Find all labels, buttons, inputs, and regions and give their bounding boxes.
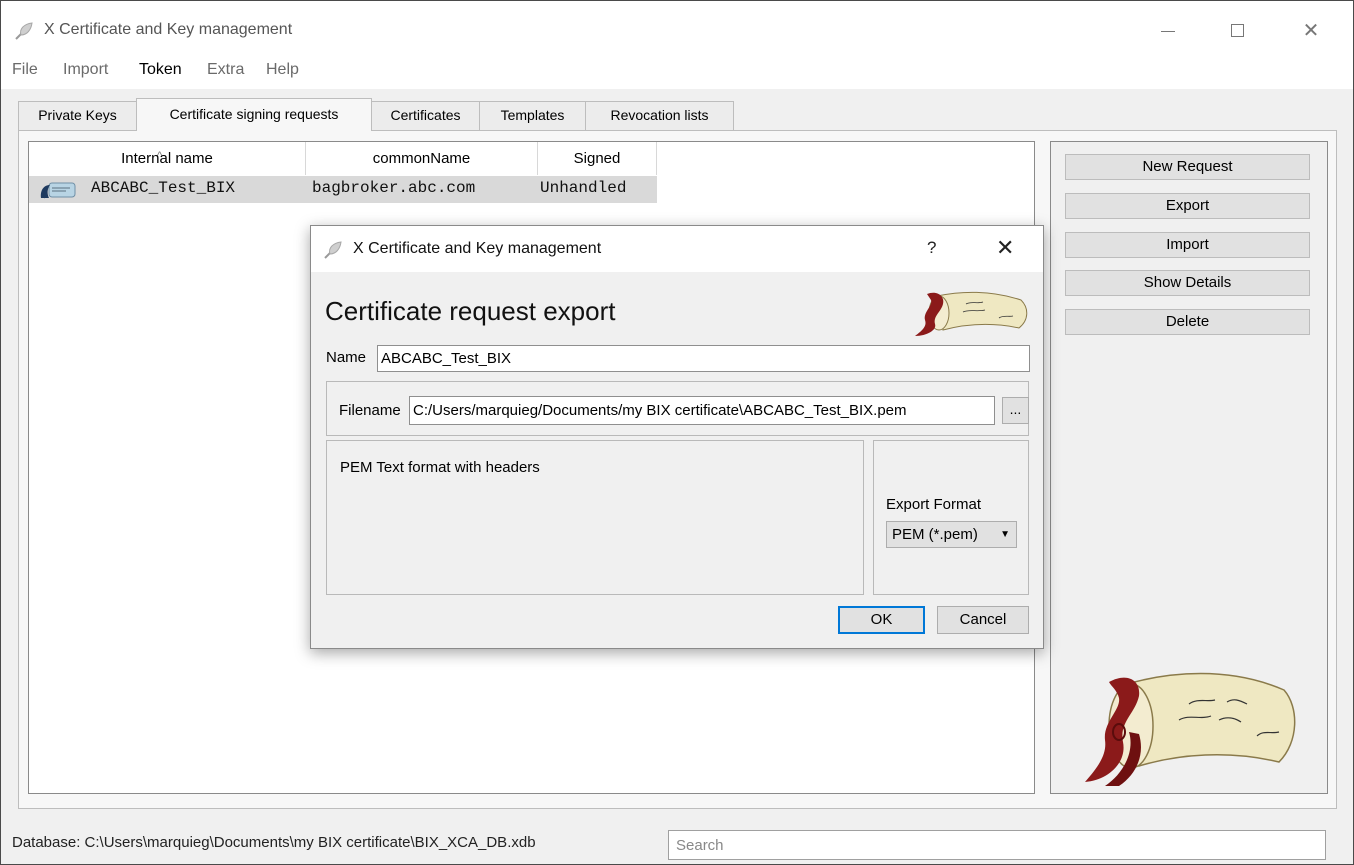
menu-file[interactable]: File [12, 61, 38, 79]
filename-label: Filename [339, 402, 401, 419]
close-button[interactable]: ✕ [1291, 13, 1331, 49]
help-icon[interactable]: ? [927, 238, 936, 258]
cell-signed: Unhandled [540, 179, 627, 197]
minimize-button[interactable] [1147, 13, 1187, 49]
tab-certificate-signing-requests[interactable]: Certificate signing requests [136, 98, 372, 131]
export-format-value: PEM (*.pem) [892, 526, 978, 543]
minimize-icon [1161, 31, 1175, 32]
parchment-scroll-logo [915, 291, 1028, 336]
import-button[interactable]: Import [1065, 232, 1310, 258]
filename-field[interactable] [409, 396, 995, 425]
menu-help[interactable]: Help [266, 61, 299, 79]
export-dialog: X Certificate and Key management ? ✕ Cer… [310, 225, 1044, 649]
new-request-button[interactable]: New Request [1065, 154, 1310, 180]
column-header-signed[interactable]: Signed [538, 142, 657, 175]
cell-common-name: bagbroker.abc.com [312, 179, 476, 197]
status-bar: Database: C:\Users\marquieg\Documents\my… [1, 824, 1353, 864]
certificate-request-icon [40, 182, 76, 199]
cell-internal-name: ABCABC_Test_BIX [91, 179, 236, 197]
chevron-down-icon: ▼ [1000, 529, 1010, 540]
search-input[interactable] [668, 830, 1326, 860]
name-label: Name [326, 349, 367, 366]
menu-extra[interactable]: Extra [207, 61, 244, 79]
parchment-scroll-logo [1085, 672, 1296, 786]
export-button[interactable]: Export [1065, 193, 1310, 219]
export-format-label: Export Format [886, 496, 982, 513]
app-feather-icon [324, 241, 342, 259]
tab-revocation-lists[interactable]: Revocation lists [585, 101, 734, 130]
database-path: Database: C:\Users\marquieg\Documents\my… [12, 834, 536, 851]
export-format-select[interactable]: PEM (*.pem) ▼ [886, 521, 1017, 548]
format-description-box: PEM Text format with headers [326, 440, 864, 595]
cancel-button[interactable]: Cancel [937, 606, 1029, 634]
show-details-button[interactable]: Show Details [1065, 270, 1310, 296]
dialog-close-icon[interactable]: ✕ [996, 235, 1014, 261]
close-icon: ✕ [1302, 20, 1320, 42]
menu-bar: File Import Token Extra Help [1, 57, 1353, 89]
app-feather-icon [15, 22, 33, 40]
dialog-title-bar: X Certificate and Key management ? ✕ [311, 226, 1043, 272]
browse-button[interactable]: ... [1002, 397, 1029, 424]
dialog-title: X Certificate and Key management [353, 240, 602, 257]
column-header-commonname[interactable]: commonName [306, 142, 538, 175]
action-panel: New Request Export Import Show Details D… [1050, 141, 1328, 794]
export-format-group: Export Format PEM (*.pem) ▼ [873, 440, 1029, 595]
maximize-button[interactable] [1218, 13, 1258, 49]
ok-button[interactable]: OK [838, 606, 925, 634]
menu-import[interactable]: Import [63, 61, 108, 79]
tab-templates[interactable]: Templates [479, 101, 586, 130]
filename-group: Filename ... [326, 381, 1029, 436]
column-header-internal-name[interactable]: ^ Internal name [29, 142, 306, 175]
name-field[interactable] [377, 345, 1030, 372]
sort-ascending-icon: ^ [157, 150, 163, 162]
tab-certificates[interactable]: Certificates [371, 101, 480, 130]
delete-button[interactable]: Delete [1065, 309, 1310, 335]
maximize-icon [1231, 24, 1244, 37]
format-description: PEM Text format with headers [340, 459, 540, 476]
dialog-heading: Certificate request export [325, 296, 616, 326]
main-window: X Certificate and Key management ✕ File … [0, 0, 1354, 865]
table-row[interactable]: ABCABC_Test_BIX bagbroker.abc.com Unhand… [29, 176, 657, 203]
window-title: X Certificate and Key management [44, 21, 293, 38]
title-bar: X Certificate and Key management ✕ [1, 1, 1353, 57]
tab-private-keys[interactable]: Private Keys [18, 101, 137, 130]
menu-token[interactable]: Token [139, 61, 182, 79]
